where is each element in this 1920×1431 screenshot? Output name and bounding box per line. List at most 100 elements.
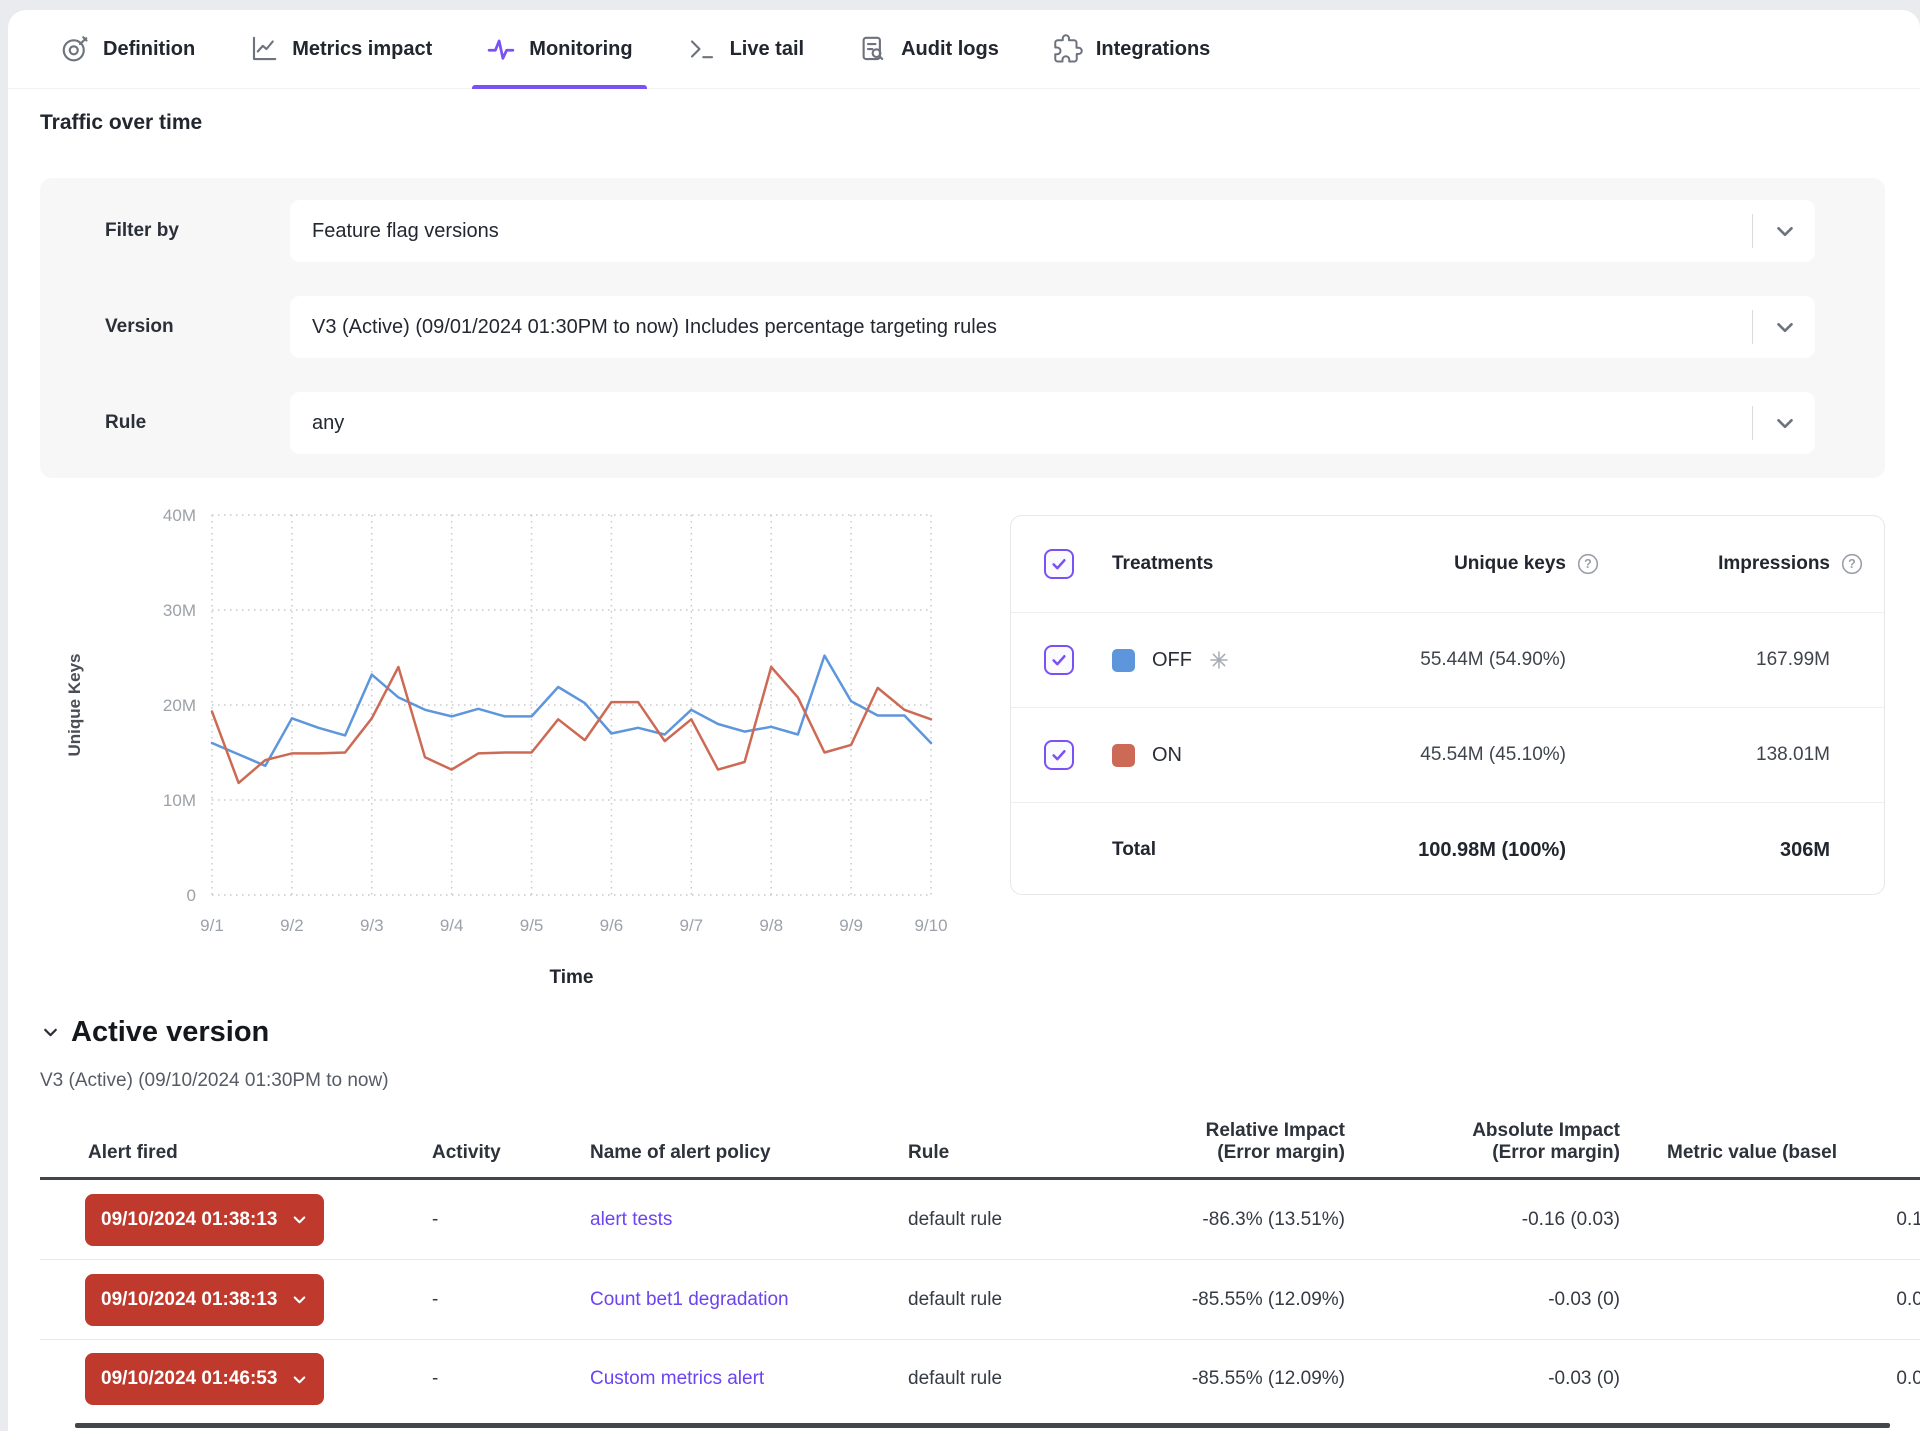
- collapse-chevron-icon[interactable]: [40, 1022, 61, 1043]
- svg-text:?: ?: [1848, 557, 1856, 571]
- svg-text:9/8: 9/8: [759, 916, 783, 935]
- horizontal-scrollbar[interactable]: [75, 1423, 1890, 1428]
- help-icon[interactable]: ?: [1566, 552, 1610, 576]
- treatments-total-row: Total 100.98M (100%) 306M: [1011, 802, 1884, 895]
- active-version-header[interactable]: Active version: [40, 1016, 269, 1049]
- col-alert-fired: Alert fired: [40, 1142, 432, 1177]
- total-unique-keys: 100.98M (100%): [1246, 839, 1566, 862]
- chevron-down-icon[interactable]: [1772, 410, 1798, 436]
- on-color-swatch: [1112, 744, 1135, 767]
- tab-monitoring[interactable]: Monitoring: [472, 10, 646, 88]
- treatments-header: Treatments: [1112, 553, 1246, 575]
- svg-text:9/2: 9/2: [280, 916, 304, 935]
- svg-text:9/7: 9/7: [680, 916, 704, 935]
- tab-label: Live tail: [730, 38, 804, 61]
- impressions-value: 138.01M: [1610, 744, 1830, 766]
- treatment-on-checkbox[interactable]: [1044, 740, 1074, 770]
- tab-label: Integrations: [1096, 38, 1210, 61]
- svg-text:9/3: 9/3: [360, 916, 384, 935]
- tab-live-tail[interactable]: Live tail: [673, 10, 818, 88]
- total-impressions: 306M: [1610, 839, 1830, 862]
- alert-policy-link[interactable]: Custom metrics alert: [590, 1368, 764, 1389]
- tab-audit-logs[interactable]: Audit logs: [844, 10, 1013, 88]
- alert-fired-time: 09/10/2024 01:38:13: [101, 1209, 277, 1231]
- alert-fired-badge[interactable]: 09/10/2024 01:38:13: [85, 1274, 324, 1326]
- treatment-off-checkbox[interactable]: [1044, 645, 1074, 675]
- impressions-value: 167.99M: [1610, 649, 1830, 671]
- svg-text:9/9: 9/9: [839, 916, 863, 935]
- filter-by-select[interactable]: Feature flag versions: [290, 200, 1815, 262]
- relative-impact-value: -86.3% (13.51%): [1060, 1209, 1345, 1231]
- activity-value: -: [432, 1368, 590, 1390]
- alert-policy-link[interactable]: Count bet1 degradation: [590, 1289, 789, 1310]
- tab-label: Monitoring: [529, 38, 632, 61]
- tab-integrations[interactable]: Integrations: [1039, 10, 1224, 88]
- active-version-subtitle: V3 (Active) (09/10/2024 01:30PM to now): [40, 1070, 389, 1092]
- svg-text:9/4: 9/4: [440, 916, 464, 935]
- svg-text:Time: Time: [549, 967, 593, 988]
- live-tail-icon: [687, 34, 717, 64]
- svg-text:9/6: 9/6: [600, 916, 624, 935]
- relative-impact-value: -85.55% (12.09%): [1060, 1289, 1345, 1311]
- help-icon[interactable]: ?: [1830, 552, 1874, 576]
- filter-by-row: Filter by Feature flag versions: [40, 200, 1885, 262]
- metric-value: 0.03 (: [1620, 1368, 1920, 1390]
- traffic-chart: 010M20M30M40M9/19/29/39/49/59/69/79/89/9…: [60, 500, 960, 1000]
- absolute-impact-value: -0.16 (0.03): [1345, 1209, 1620, 1231]
- chevron-down-icon: [290, 1290, 309, 1309]
- alert-policy-link[interactable]: alert tests: [590, 1209, 672, 1230]
- metric-value: 0.19 (: [1620, 1209, 1920, 1231]
- treatment-row-on: ON 45.54M (45.10%) 138.01M: [1011, 707, 1884, 802]
- monitoring-icon: [486, 34, 516, 64]
- main-panel: Definition Metrics impact Monitoring: [8, 10, 1920, 1431]
- col-rule: Rule: [908, 1142, 1060, 1177]
- traffic-chart-svg: 010M20M30M40M9/19/29/39/49/59/69/79/89/9…: [60, 500, 960, 1000]
- rule-value: default rule: [908, 1289, 1060, 1311]
- integrations-icon: [1053, 34, 1083, 64]
- version-value: V3 (Active) (09/01/2024 01:30PM to now) …: [312, 316, 997, 339]
- absolute-impact-value: -0.03 (0): [1345, 1368, 1620, 1390]
- col-policy: Name of alert policy: [590, 1142, 908, 1177]
- rule-label: Rule: [105, 412, 146, 434]
- activity-value: -: [432, 1289, 590, 1311]
- tab-definition[interactable]: Definition: [46, 10, 209, 88]
- unique-keys-value: 55.44M (54.90%): [1246, 649, 1566, 671]
- relative-impact-value: -85.55% (12.09%): [1060, 1368, 1345, 1390]
- svg-text:?: ?: [1584, 557, 1592, 571]
- alert-fired-badge[interactable]: 09/10/2024 01:38:13: [85, 1194, 324, 1246]
- chevron-down-icon[interactable]: [1772, 218, 1798, 244]
- definition-icon: [60, 34, 90, 64]
- activity-value: -: [432, 1209, 590, 1231]
- filter-by-value: Feature flag versions: [312, 220, 499, 243]
- metrics-impact-icon: [249, 34, 279, 64]
- chevron-down-icon: [290, 1210, 309, 1229]
- version-select[interactable]: V3 (Active) (09/01/2024 01:30PM to now) …: [290, 296, 1815, 358]
- svg-text:9/5: 9/5: [520, 916, 544, 935]
- absolute-impact-value: -0.03 (0): [1345, 1289, 1620, 1311]
- rule-select[interactable]: any: [290, 392, 1815, 454]
- alert-row: 09/10/2024 01:46:53 - Custom metrics ale…: [40, 1340, 1920, 1418]
- svg-text:30M: 30M: [163, 601, 196, 620]
- select-divider: [1752, 214, 1753, 248]
- svg-text:Unique Keys: Unique Keys: [65, 654, 84, 757]
- svg-text:10M: 10M: [163, 791, 196, 810]
- alert-row: 09/10/2024 01:38:13 - alert tests defaul…: [40, 1180, 1920, 1260]
- impressions-header: Impressions: [1610, 553, 1830, 575]
- alert-fired-badge[interactable]: 09/10/2024 01:46:53: [85, 1353, 324, 1405]
- version-row: Version V3 (Active) (09/01/2024 01:30PM …: [40, 296, 1885, 358]
- col-absolute-impact: Absolute Impact (Error margin): [1345, 1120, 1620, 1177]
- chevron-down-icon[interactable]: [1772, 314, 1798, 340]
- treatments-select-all-checkbox[interactable]: [1044, 549, 1074, 579]
- audit-logs-icon: [858, 34, 888, 64]
- alerts-table-header: Alert fired Activity Name of alert polic…: [40, 1110, 1920, 1180]
- unique-keys-header: Unique keys: [1246, 553, 1566, 575]
- page-title: Traffic over time: [40, 111, 202, 135]
- alerts-table: Alert fired Activity Name of alert polic…: [40, 1110, 1920, 1428]
- alert-fired-time: 09/10/2024 01:38:13: [101, 1289, 277, 1311]
- svg-text:9/10: 9/10: [914, 916, 947, 935]
- rule-value: default rule: [908, 1209, 1060, 1231]
- alert-fired-time: 09/10/2024 01:46:53: [101, 1368, 277, 1390]
- active-version-title: Active version: [71, 1016, 269, 1049]
- treatment-name: ON: [1152, 744, 1182, 767]
- tab-metrics-impact[interactable]: Metrics impact: [235, 10, 446, 88]
